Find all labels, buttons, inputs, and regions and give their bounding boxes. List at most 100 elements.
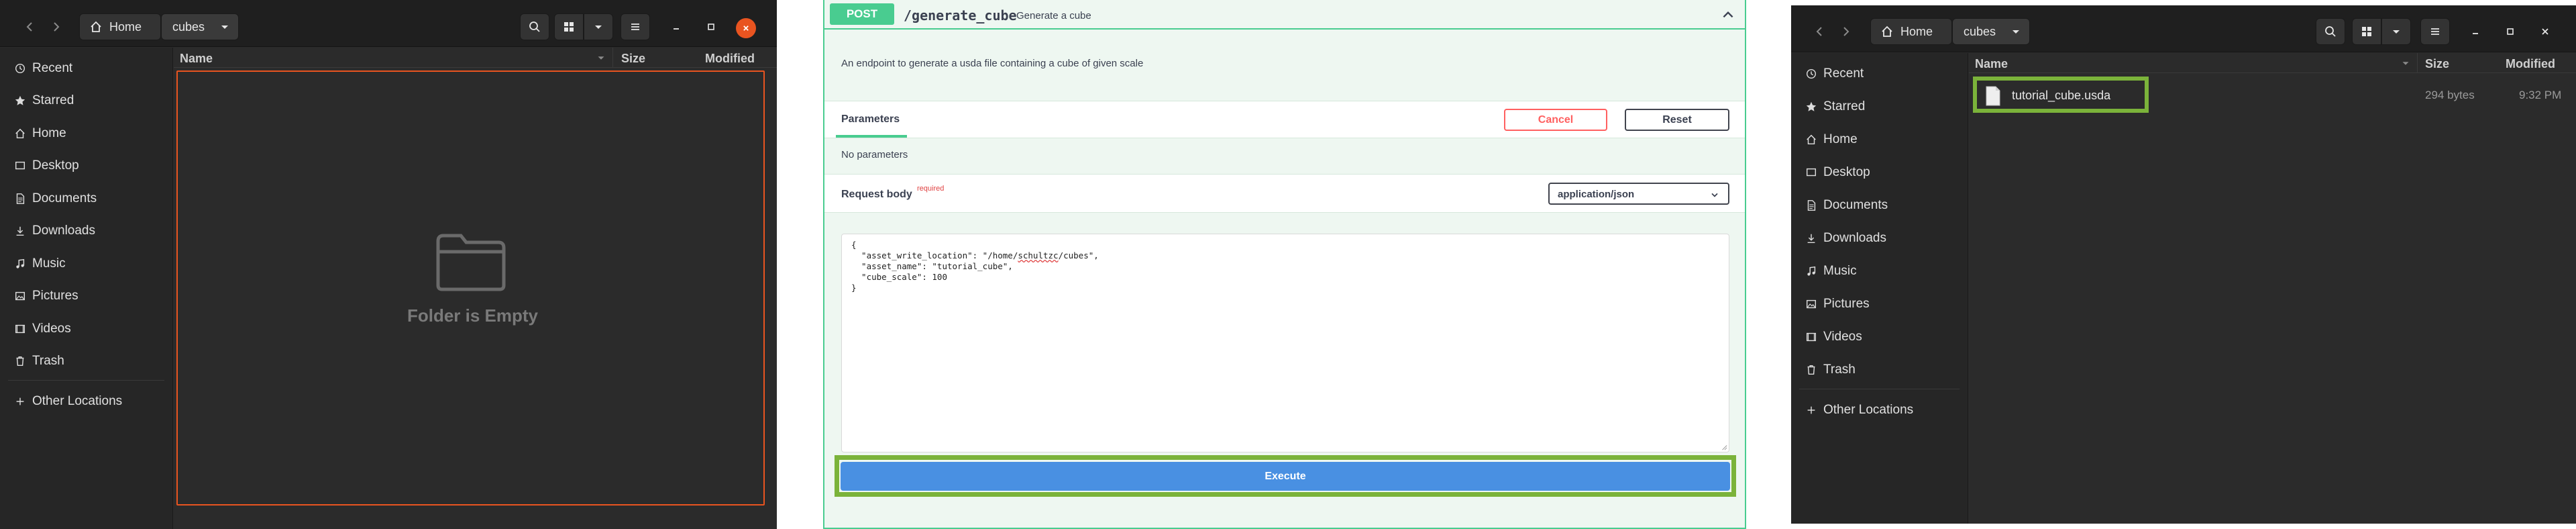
maximize-icon	[708, 23, 714, 30]
breadcrumb-home[interactable]: Home	[1870, 18, 1952, 45]
sidebar-item-videos[interactable]: Videos	[1791, 322, 1968, 352]
column-modified[interactable]: Modified	[705, 52, 755, 66]
sidebar-item-label: Music	[32, 256, 66, 271]
left-file-manager-window: Home cubes Recent Starred Home Desktop D…	[0, 0, 777, 529]
sidebar-item-downloads[interactable]: Downloads	[1791, 224, 1968, 253]
close-button[interactable]	[2533, 18, 2557, 45]
empty-folder-message: Folder is Empty	[407, 305, 539, 326]
tab-active-indicator	[836, 135, 907, 138]
menu-button[interactable]	[621, 13, 650, 40]
request-body-label: Request body	[841, 189, 912, 200]
sidebar-item-trash[interactable]: Trash	[0, 346, 172, 376]
sidebar-item-home[interactable]: Home	[0, 119, 172, 148]
sidebar-item-trash[interactable]: Trash	[1791, 355, 1968, 385]
maximize-button[interactable]	[2498, 18, 2522, 45]
request-body-header: Request body required application/json	[824, 174, 1745, 213]
document-icon	[1805, 199, 1818, 212]
search-button[interactable]	[520, 13, 549, 40]
execute-button[interactable]: Execute	[841, 462, 1730, 491]
sidebar-item-other-locations[interactable]: Other Locations	[1791, 395, 1968, 425]
plus-icon	[1805, 403, 1818, 417]
minimize-button[interactable]	[2463, 18, 2487, 45]
picture-icon	[13, 289, 27, 303]
column-name[interactable]: Name	[1975, 57, 2008, 71]
sidebar-item-label: Documents	[32, 191, 97, 205]
sidebar-item-label: Home	[32, 126, 66, 140]
sidebar-item-music[interactable]: Music	[1791, 256, 1968, 286]
view-options-button[interactable]	[584, 13, 613, 40]
sidebar-item-pictures[interactable]: Pictures	[0, 281, 172, 311]
breadcrumb-current-label: cubes	[1964, 24, 1996, 38]
reset-button[interactable]: Reset	[1625, 109, 1729, 131]
sidebar-item-desktop[interactable]: Desktop	[0, 151, 172, 181]
operation-description: An endpoint to generate a usda file cont…	[841, 58, 1144, 69]
sidebar-item-label: Other Locations	[32, 394, 123, 408]
resize-handle-icon[interactable]	[1721, 444, 1727, 450]
menu-button[interactable]	[2420, 18, 2450, 45]
maximize-button[interactable]	[699, 13, 723, 40]
view-options-button[interactable]	[2381, 18, 2411, 45]
sidebar-item-label: Downloads	[1823, 231, 1886, 245]
code-line-tail: /cubes",	[1058, 250, 1099, 260]
sidebar-item-label: Pictures	[32, 289, 78, 303]
file-icon	[1986, 86, 2000, 106]
sidebar-item-videos[interactable]: Videos	[0, 314, 172, 344]
close-button[interactable]	[736, 18, 756, 38]
operation-summary-text: Generate a cube	[1016, 10, 1091, 21]
hamburger-menu-icon	[631, 23, 639, 30]
back-button[interactable]	[17, 13, 42, 40]
sidebar-item-recent[interactable]: Recent	[0, 54, 172, 83]
forward-button[interactable]	[44, 13, 68, 40]
sidebar-item-documents[interactable]: Documents	[1791, 191, 1968, 220]
chevron-left-icon	[1816, 27, 1822, 36]
sidebar-item-documents[interactable]: Documents	[0, 184, 172, 213]
view-grid-button[interactable]	[2352, 18, 2381, 45]
column-size[interactable]: Size	[621, 52, 645, 66]
sidebar-item-label: Pictures	[1823, 297, 1870, 311]
sidebar-item-pictures[interactable]: Pictures	[1791, 289, 1968, 319]
method-badge: POST	[830, 3, 894, 25]
video-icon	[13, 322, 27, 336]
search-button[interactable]	[2316, 18, 2345, 45]
tab-parameters[interactable]: Parameters	[841, 113, 900, 126]
breadcrumb-home[interactable]: Home	[79, 13, 161, 40]
sidebar-item-recent[interactable]: Recent	[1791, 59, 1968, 89]
file-modified: 9:32 PM	[2519, 89, 2562, 101]
breadcrumb-current[interactable]: cubes	[1952, 18, 2030, 45]
breadcrumb-current[interactable]: cubes	[161, 13, 239, 40]
minimize-button[interactable]	[664, 13, 688, 40]
music-icon	[1805, 264, 1818, 278]
view-grid-button[interactable]	[554, 13, 584, 40]
cancel-button[interactable]: Cancel	[1504, 109, 1607, 131]
back-button[interactable]	[1807, 18, 1831, 45]
sidebar: Recent Starred Home Desktop Documents Do…	[1791, 53, 1968, 524]
document-icon	[13, 192, 27, 205]
sidebar-item-label: Starred	[32, 93, 74, 107]
operation-summary[interactable]: POST /generate_cube Generate a cube	[824, 0, 1745, 30]
forward-button[interactable]	[1834, 18, 1858, 45]
sidebar-item-label: Desktop	[1823, 165, 1870, 179]
file-row[interactable]: tutorial_cube.usda 294 bytes 9:32 PM	[1969, 74, 2576, 113]
sidebar-item-label: Other Locations	[1823, 403, 1914, 417]
column-name[interactable]: Name	[180, 52, 213, 66]
desktop-icon	[1805, 166, 1818, 179]
sidebar-item-label: Home	[1823, 132, 1858, 146]
sidebar-item-starred[interactable]: Starred	[0, 86, 172, 115]
sidebar-item-downloads[interactable]: Downloads	[0, 216, 172, 246]
code-line: {	[851, 240, 857, 250]
sidebar-item-home[interactable]: Home	[1791, 125, 1968, 154]
request-body-editor[interactable]: { "asset_write_location": "/home/schultz…	[841, 234, 1729, 452]
sidebar-item-music[interactable]: Music	[0, 249, 172, 279]
column-size[interactable]: Size	[2425, 57, 2449, 71]
code-line: "asset_name": "tutorial_cube",	[851, 261, 1013, 271]
operation-body: An endpoint to generate a usda file cont…	[824, 31, 1745, 528]
content-type-select[interactable]: application/json	[1548, 183, 1729, 205]
sidebar-item-other-locations[interactable]: Other Locations	[0, 387, 172, 416]
chevron-up-icon[interactable]	[1721, 7, 1735, 22]
plus-icon	[13, 395, 27, 408]
spellcheck-word: schultzc	[1018, 250, 1059, 260]
clock-icon	[13, 62, 27, 75]
sidebar-item-starred[interactable]: Starred	[1791, 92, 1968, 122]
column-modified[interactable]: Modified	[2506, 57, 2555, 71]
sidebar-item-desktop[interactable]: Desktop	[1791, 158, 1968, 187]
